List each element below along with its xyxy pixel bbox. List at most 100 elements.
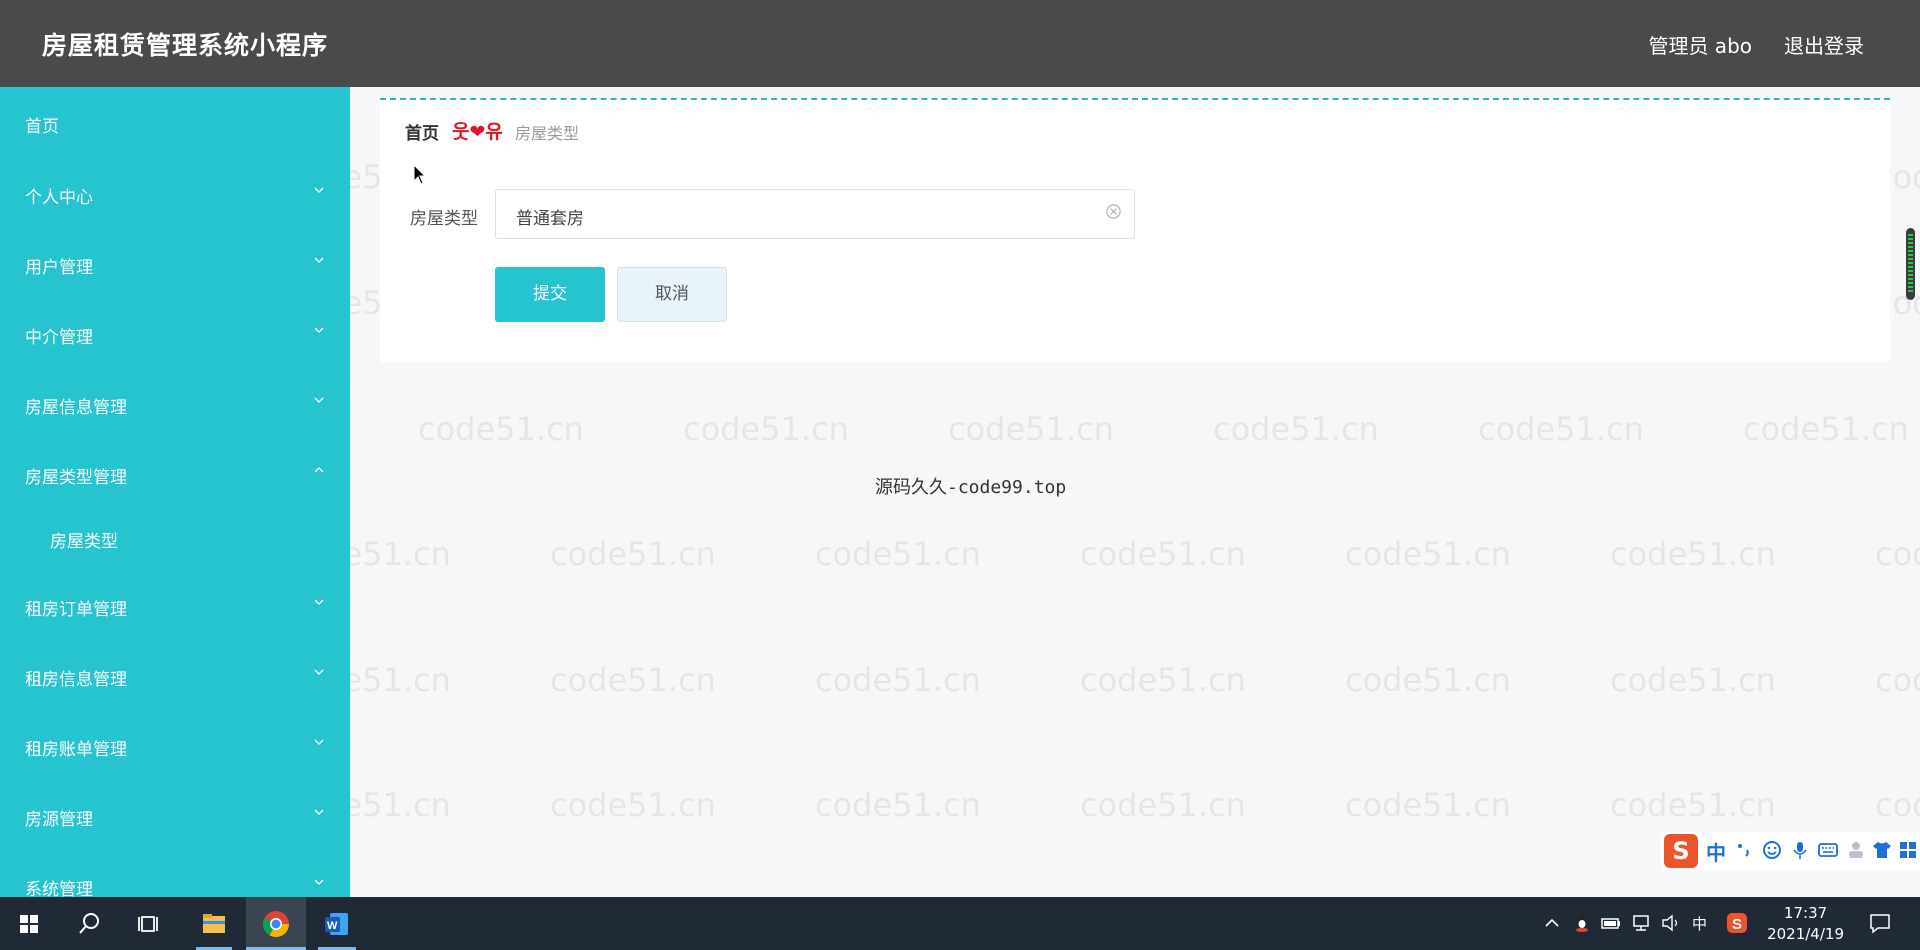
- search-icon[interactable]: [70, 905, 108, 943]
- word-icon[interactable]: W: [318, 905, 356, 943]
- footer-source-text: 源码久久-code99.top: [875, 477, 1067, 498]
- sidebar-item-label: 租房账单管理: [25, 740, 127, 760]
- task-view-icon[interactable]: [130, 905, 168, 943]
- chevron-down-icon: [314, 879, 324, 885]
- sidebar-item-house-type-management[interactable]: 房屋类型管理: [0, 453, 350, 493]
- logout-link[interactable]: 退出登录: [1784, 30, 1864, 59]
- windows-start-icon[interactable]: [10, 905, 48, 943]
- watermark-text: code51.cn: [815, 661, 981, 699]
- watermark-text: code51.cn: [1610, 661, 1776, 699]
- chevron-up-icon: [314, 467, 324, 473]
- watermark-text: code51.cn: [1875, 535, 1920, 573]
- watermark-text: code51.cn: [1345, 661, 1511, 699]
- clear-icon[interactable]: [1105, 203, 1122, 220]
- watermark-text: code51.cn: [550, 535, 716, 573]
- clock-time: 17:37: [1783, 904, 1828, 922]
- clock-date: 2021/4/19: [1767, 925, 1844, 943]
- watermark-text: code51.cn: [1478, 410, 1644, 448]
- sidebar-item-system-management[interactable]: 系统管理: [0, 865, 350, 897]
- house-type-input[interactable]: 普通套房: [495, 189, 1135, 239]
- microphone-icon[interactable]: [1790, 840, 1810, 860]
- watermark-text: code51.cn: [418, 410, 584, 448]
- chevron-down-icon: [314, 669, 324, 675]
- qq-tray-icon[interactable]: [1572, 913, 1592, 933]
- skin-shirt-icon[interactable]: [1872, 840, 1892, 860]
- sidebar-item-personal-center[interactable]: 个人中心: [0, 173, 350, 213]
- ime-toolbar: S 中: [1662, 832, 1920, 870]
- watermark-text: code51.cn: [1610, 535, 1776, 573]
- toolbox-grid-icon[interactable]: [1898, 840, 1918, 860]
- app-title: 房屋租赁管理系统小程序: [42, 31, 329, 60]
- watermark-text: code51.cn: [1610, 786, 1776, 824]
- edit-form: 房屋类型 普通套房 提交 取消: [380, 162, 1890, 362]
- sidebar-item-label: 个人中心: [25, 188, 93, 208]
- house-type-label: 房屋类型: [410, 209, 478, 229]
- chrome-icon[interactable]: [257, 905, 295, 943]
- sogou-tray-icon[interactable]: S: [1726, 912, 1748, 934]
- system-clock[interactable]: 17:37 2021/4/19: [1767, 903, 1844, 945]
- punctuation-icon[interactable]: [1734, 840, 1754, 860]
- chevron-down-icon: [314, 599, 324, 605]
- breadcrumb-current: 房屋类型: [515, 124, 580, 143]
- sidebar-item-label: 用户管理: [25, 258, 93, 278]
- chevron-down-icon: [314, 739, 324, 745]
- sidebar-item-user-management[interactable]: 用户管理: [0, 243, 350, 283]
- chevron-down-icon: [314, 257, 324, 263]
- vertical-scrollbar-thumb[interactable]: [1906, 228, 1915, 300]
- watermark-text: code51.cn: [1875, 661, 1920, 699]
- sidebar-item-listing-management[interactable]: 房源管理: [0, 795, 350, 835]
- watermark-text: code51.cn: [1080, 535, 1246, 573]
- breadcrumb-separator: 웃❤유: [452, 121, 503, 143]
- sidebar-item-rental-info-management[interactable]: 租房信息管理: [0, 655, 350, 695]
- volume-icon[interactable]: [1660, 913, 1682, 933]
- tray-expand-icon[interactable]: [1544, 915, 1560, 931]
- sidebar-item-rental-bill-management[interactable]: 租房账单管理: [0, 725, 350, 765]
- battery-icon[interactable]: [1600, 913, 1622, 933]
- breadcrumb-home[interactable]: 首页: [405, 119, 439, 144]
- sidebar-subitem-house-type[interactable]: 房屋类型: [0, 517, 350, 557]
- tray-ime-label[interactable]: 中: [1692, 913, 1707, 934]
- watermark-text: code51.cn: [683, 410, 849, 448]
- watermark-text: code51.cn: [948, 410, 1114, 448]
- emoji-icon[interactable]: [1762, 840, 1782, 860]
- watermark-text: code51.cn: [1875, 786, 1920, 824]
- submit-button[interactable]: 提交: [495, 267, 605, 322]
- watermark-text: code51.cn: [815, 786, 981, 824]
- chevron-down-icon: [314, 187, 324, 193]
- keyboard-icon[interactable]: [1818, 840, 1838, 860]
- sidebar-item-house-info-management[interactable]: 房屋信息管理: [0, 383, 350, 423]
- windows-taskbar: W 中 S 17:37 2021/4/19: [0, 897, 1920, 950]
- sidebar-item-label: 房屋信息管理: [25, 398, 127, 418]
- sidebar-item-home[interactable]: 首页: [0, 102, 350, 142]
- sidebar-item-label: 首页: [25, 117, 59, 137]
- cancel-button[interactable]: 取消: [617, 267, 727, 322]
- sidebar-item-label: 系统管理: [25, 880, 93, 897]
- sidebar-item-label: 租房信息管理: [25, 670, 127, 690]
- admin-user-label: 管理员 abo: [1648, 34, 1752, 58]
- watermark-text: code51.cn: [550, 786, 716, 824]
- action-center-icon[interactable]: [1868, 911, 1892, 935]
- network-icon[interactable]: [1630, 913, 1652, 933]
- sidebar-item-label: 中介管理: [25, 328, 93, 348]
- watermark-text: code51.cn: [1080, 786, 1246, 824]
- sidebar-item-label: 房源管理: [25, 810, 93, 830]
- watermark-text: code51.cn: [1743, 410, 1909, 448]
- sidebar-item-agent-management[interactable]: 中介管理: [0, 313, 350, 353]
- watermark-text: code51.cn: [1345, 535, 1511, 573]
- sidebar-item-label: 房屋类型: [50, 532, 118, 552]
- breadcrumb: 首页 웃❤유 房屋类型: [380, 98, 1890, 164]
- sidebar-item-label: 租房订单管理: [25, 600, 127, 620]
- chevron-down-icon: [314, 809, 324, 815]
- file-explorer-icon[interactable]: [195, 905, 233, 943]
- house-type-value: 普通套房: [516, 209, 584, 229]
- user-service-icon[interactable]: [1846, 840, 1866, 860]
- sidebar-item-label: 房屋类型管理: [25, 468, 127, 488]
- sogou-logo-icon[interactable]: S: [1664, 834, 1698, 868]
- sidebar-item-rental-order-management[interactable]: 租房订单管理: [0, 585, 350, 625]
- mouse-cursor-icon: [413, 164, 427, 185]
- svg-text:S: S: [1732, 916, 1742, 933]
- ime-mode-label[interactable]: 中: [1706, 837, 1726, 866]
- watermark-text: code51.cn: [1213, 410, 1379, 448]
- chevron-down-icon: [314, 327, 324, 333]
- top-header: 房屋租赁管理系统小程序 管理员 abo 退出登录: [0, 0, 1920, 87]
